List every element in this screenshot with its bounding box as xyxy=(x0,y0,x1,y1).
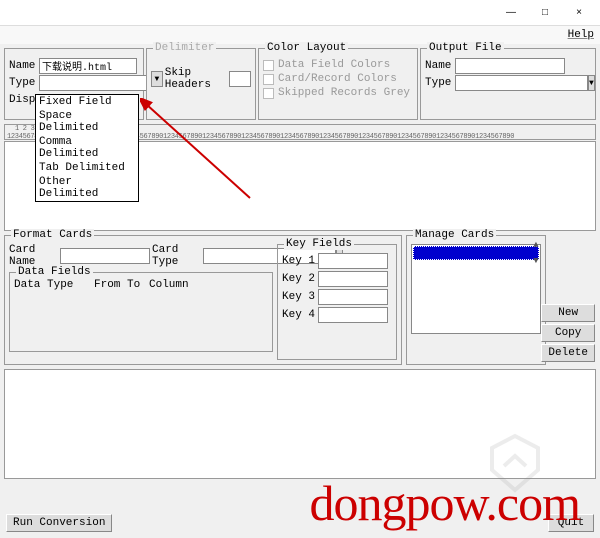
key1-input[interactable] xyxy=(318,253,388,269)
key3-input[interactable] xyxy=(318,289,388,305)
type-label: Type xyxy=(9,77,39,89)
output-file-legend: Output File xyxy=(427,42,504,54)
new-button[interactable]: New xyxy=(541,304,595,322)
output-type-input[interactable] xyxy=(455,75,588,91)
data-field-colors-check[interactable]: Data Field Colors xyxy=(263,59,413,71)
dropdown-item[interactable]: Fixed Field xyxy=(36,95,138,109)
dropdown-item[interactable]: Space Delimited xyxy=(36,109,138,135)
dropdown-item[interactable]: Other Delimited xyxy=(36,175,138,201)
skip-headers-input[interactable] xyxy=(229,71,251,87)
key2-input[interactable] xyxy=(318,271,388,287)
delete-button[interactable]: Delete xyxy=(541,344,595,362)
scroll-up-icon[interactable]: ▲ xyxy=(529,238,543,252)
quit-button[interactable]: Quit xyxy=(548,514,594,532)
run-conversion-button[interactable]: Run Conversion xyxy=(6,514,112,532)
name-input[interactable] xyxy=(39,58,137,74)
maximize-button[interactable]: □ xyxy=(528,3,562,23)
output-file-group: Output File Name Type ▼ xyxy=(420,48,596,120)
format-cards-legend: Format Cards xyxy=(11,229,94,241)
output-type-dropdown-button[interactable]: ▼ xyxy=(588,75,595,91)
manage-cards-list[interactable] xyxy=(411,244,541,334)
card-record-colors-check[interactable]: Card/Record Colors xyxy=(263,73,413,85)
card-name-label: Card Name xyxy=(9,244,58,268)
key3-label: Key 3 xyxy=(282,291,315,303)
output-name-label: Name xyxy=(425,60,455,72)
selected-card-row[interactable] xyxy=(413,246,539,260)
output-name-input[interactable] xyxy=(455,58,565,74)
key1-label: Key 1 xyxy=(282,255,315,267)
key-fields-group: Key Fields Key 1 Key 2 Key 3 Key 4 xyxy=(277,244,397,360)
card-type-label: Card Type xyxy=(152,244,201,268)
delim-dropdown-button[interactable]: ▼ xyxy=(151,71,163,87)
df-col-column: Column xyxy=(149,279,199,291)
manage-cards-legend: Manage Cards xyxy=(413,229,496,241)
output-preview-area[interactable] xyxy=(4,369,596,479)
close-button[interactable]: × xyxy=(562,3,596,23)
dropdown-item[interactable]: Comma Delimited xyxy=(36,135,138,161)
window-titlebar: — □ × xyxy=(0,0,600,26)
output-type-label: Type xyxy=(425,77,455,89)
scroll-down-icon[interactable]: ▼ xyxy=(529,254,543,268)
df-col-datatype: Data Type xyxy=(14,279,94,291)
skipped-records-grey-check[interactable]: Skipped Records Grey xyxy=(263,87,413,99)
disp-dropdown-list[interactable]: Fixed Field Space Delimited Comma Delimi… xyxy=(35,94,139,202)
card-name-input[interactable] xyxy=(60,248,150,264)
name-label: Name xyxy=(9,60,39,72)
key4-input[interactable] xyxy=(318,307,388,323)
dropdown-item[interactable]: Tab Delimited xyxy=(36,161,138,175)
format-cards-group: Format Cards Card Name Card Type ▼ Data … xyxy=(4,235,402,365)
copy-button[interactable]: Copy xyxy=(541,324,595,342)
skip-headers-label: Skip Headers xyxy=(165,67,229,91)
data-fields-group: Data Fields Data Type From To Column xyxy=(9,272,273,352)
minimize-button[interactable]: — xyxy=(494,3,528,23)
key4-label: Key 4 xyxy=(282,309,315,321)
menu-help[interactable]: Help xyxy=(568,29,594,41)
key2-label: Key 2 xyxy=(282,273,315,285)
delimiter-legend: Delimiter xyxy=(153,42,216,54)
df-col-fromto: From To xyxy=(94,279,149,291)
delimiter-group: Delimiter ▼ Skip Headers xyxy=(146,48,256,120)
color-layout-group: Color Layout Data Field Colors Card/Reco… xyxy=(258,48,418,120)
color-layout-legend: Color Layout xyxy=(265,42,348,54)
manage-cards-group: Manage Cards ▲ ▼ New Copy Delete xyxy=(406,235,546,365)
